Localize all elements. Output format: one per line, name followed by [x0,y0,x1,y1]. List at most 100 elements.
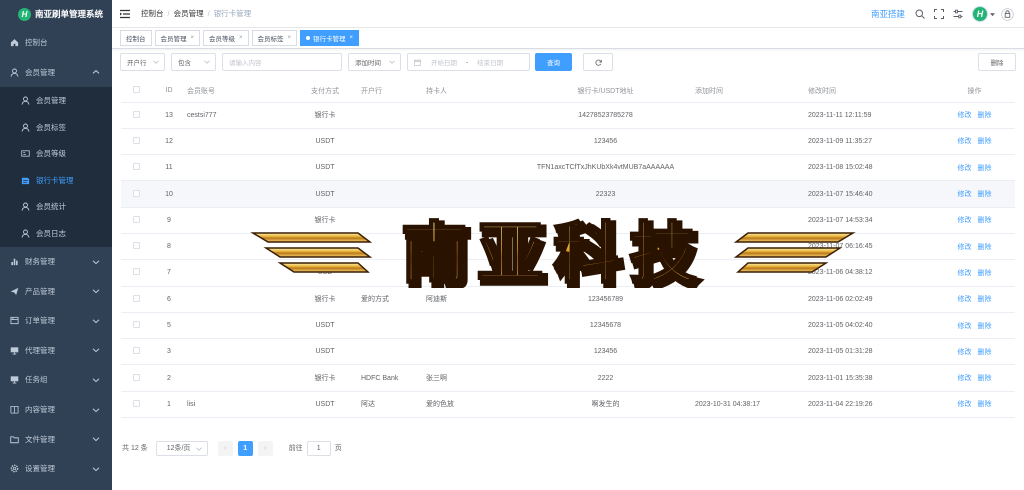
select-all-checkbox[interactable] [132,86,140,94]
table-row[interactable]: 5 USDT 12345678 2023-11-05 04:02:40 修改 删除 [121,312,1015,340]
edit-link[interactable]: 修改 [958,296,972,303]
sidebar-item-9[interactable]: 设置管理 [0,454,112,484]
sidebar-item-4[interactable]: 订单管理 [0,306,112,336]
row-checkbox[interactable] [132,268,140,276]
sidebar-item-8[interactable]: 文件管理 [0,424,112,454]
row-checkbox[interactable] [132,110,140,118]
row-checkbox[interactable] [132,321,140,329]
delete-link[interactable]: 删除 [978,112,992,119]
refresh-button[interactable] [583,53,613,71]
delete-link[interactable]: 删除 [978,244,992,251]
sidebar-item-3[interactable]: 产品管理 [0,276,112,306]
delete-link[interactable]: 删除 [978,165,992,172]
sidebar-item-7[interactable]: 内容管理 [0,395,112,425]
column-header[interactable]: ID [151,80,187,103]
table-row[interactable]: 6 银行卡 爱的方式 阿迪斯 123456789 2023-11-06 02:02:49 修… [121,286,1015,313]
breadcrumb-item[interactable]: 控制台 [141,8,164,19]
time-select[interactable]: 添加时间 [348,53,401,71]
delete-link[interactable]: 删除 [978,349,992,356]
edit-link[interactable]: 修改 [958,191,972,198]
keyword-input[interactable]: 请输入内容 [222,53,342,71]
row-checkbox[interactable] [132,242,140,250]
match-select[interactable]: 包含 [171,53,216,71]
delete-link[interactable]: 删除 [978,375,992,382]
table-row[interactable]: 2 银行卡 HDFC Bank 张三啊 2222 2023-11-01 15:35:38 修… [121,364,1015,392]
row-checkbox[interactable] [132,294,140,302]
tag-item[interactable]: 会员标签 × [251,30,298,46]
brand-link[interactable]: 南亚搭建 [871,8,905,20]
table-row[interactable]: 13 cestsi777 银行卡 14278523785278 2023-11-11 1… [121,102,1015,129]
table-row[interactable]: 11 USDT TFN1axcTCfTxJhKUbXk4vtMUB7aAAAAAA 2… [121,154,1015,182]
search-icon[interactable] [915,9,925,19]
edit-link[interactable]: 修改 [958,138,972,145]
settings-sliders-icon[interactable] [953,9,963,19]
bank-select[interactable]: 开户行 [120,53,165,71]
app-logo[interactable]: H 南亚刷单管理系统 [0,0,112,28]
submenu-item-0[interactable]: 会员管理 [0,87,112,114]
prev-page-button[interactable]: ‹ [217,440,233,456]
breadcrumb-item[interactable]: 会员管理 [174,8,204,19]
table-row[interactable]: 3 USDT 123456 2023-11-05 01:31:28 修改 删除 [121,338,1015,366]
close-icon[interactable]: × [350,35,354,41]
edit-link[interactable]: 修改 [958,375,972,382]
edit-link[interactable]: 修改 [958,244,972,251]
submenu-item-2[interactable]: 会员等级 [0,140,112,167]
submenu-item-3[interactable]: 银行卡管理 [0,167,112,194]
row-checkbox[interactable] [132,399,140,407]
avatar[interactable]: H [972,6,988,22]
tag-item[interactable]: 控制台 [120,30,152,46]
close-icon[interactable]: × [191,35,195,41]
close-icon[interactable]: × [288,35,292,41]
end-date-input[interactable]: 结束日期 [477,57,503,67]
delete-link[interactable]: 删除 [978,296,992,303]
cell-id: 9 [151,207,187,234]
tag-item[interactable]: 会员管理 × [154,30,201,46]
start-date-input[interactable]: 开始日期 [431,57,457,67]
row-checkbox[interactable] [132,373,140,381]
edit-link[interactable]: 修改 [958,217,972,224]
next-page-button[interactable]: › [257,440,273,456]
sidebar-item-0[interactable]: 控制台 [0,28,112,58]
edit-link[interactable]: 修改 [958,270,972,277]
table-row[interactable]: 12 USDT 123456 2023-11-09 11:35:27 修改 删除 [121,128,1015,156]
edit-link[interactable]: 修改 [958,112,972,119]
caret-down-icon[interactable] [990,12,995,17]
edit-link[interactable]: 修改 [958,323,972,330]
page-number[interactable]: 1 [237,440,253,456]
delete-button[interactable]: 删除 [978,53,1016,71]
tag-item[interactable]: 银行卡管理 × [300,30,360,46]
row-checkbox[interactable] [132,189,140,197]
row-checkbox[interactable] [132,215,140,223]
page-size-select[interactable]: 12条/页 [155,440,208,456]
row-checkbox[interactable] [132,136,140,144]
edit-link[interactable]: 修改 [958,349,972,356]
sidebar-item-5[interactable]: 代理管理 [0,336,112,366]
hamburger-icon[interactable] [120,9,130,19]
search-button[interactable]: 查询 [535,53,572,71]
row-checkbox[interactable] [132,347,140,355]
delete-link[interactable]: 删除 [978,217,992,224]
date-range-picker[interactable]: 开始日期 - 结束日期 [407,53,530,71]
delete-link[interactable]: 删除 [978,138,992,145]
sidebar-item-1[interactable]: 会员管理 [0,58,112,88]
table-row[interactable]: 10 USDT 22323 2023-11-07 15:46:40 修改 删除 [121,180,1015,208]
submenu-item-4[interactable]: 会员统计 [0,194,112,221]
submenu-item-5[interactable]: 会员日志 [0,220,112,247]
edit-link[interactable]: 修改 [958,401,972,408]
sidebar-item-2[interactable]: 财务管理 [0,247,112,277]
close-icon[interactable]: × [239,35,243,41]
delete-link[interactable]: 删除 [978,191,992,198]
user-icon [21,96,30,105]
edit-link[interactable]: 修改 [958,165,972,172]
tag-item[interactable]: 会员等级 × [203,30,249,46]
fullscreen-icon[interactable] [934,9,944,19]
delete-link[interactable]: 删除 [978,323,992,330]
lock-icon[interactable] [1001,7,1014,21]
delete-link[interactable]: 删除 [978,270,992,277]
delete-link[interactable]: 删除 [978,401,992,408]
sidebar-item-6[interactable]: 任务组 [0,365,112,395]
submenu-item-1[interactable]: 会员标签 [0,114,112,141]
goto-page-input[interactable]: 1 [306,440,331,456]
row-checkbox[interactable] [132,163,140,171]
table-row[interactable]: 1 lisi USDT 阿达 爱的色放 啊发生的 2023-10-31 04:38:17 20… [121,391,1015,419]
